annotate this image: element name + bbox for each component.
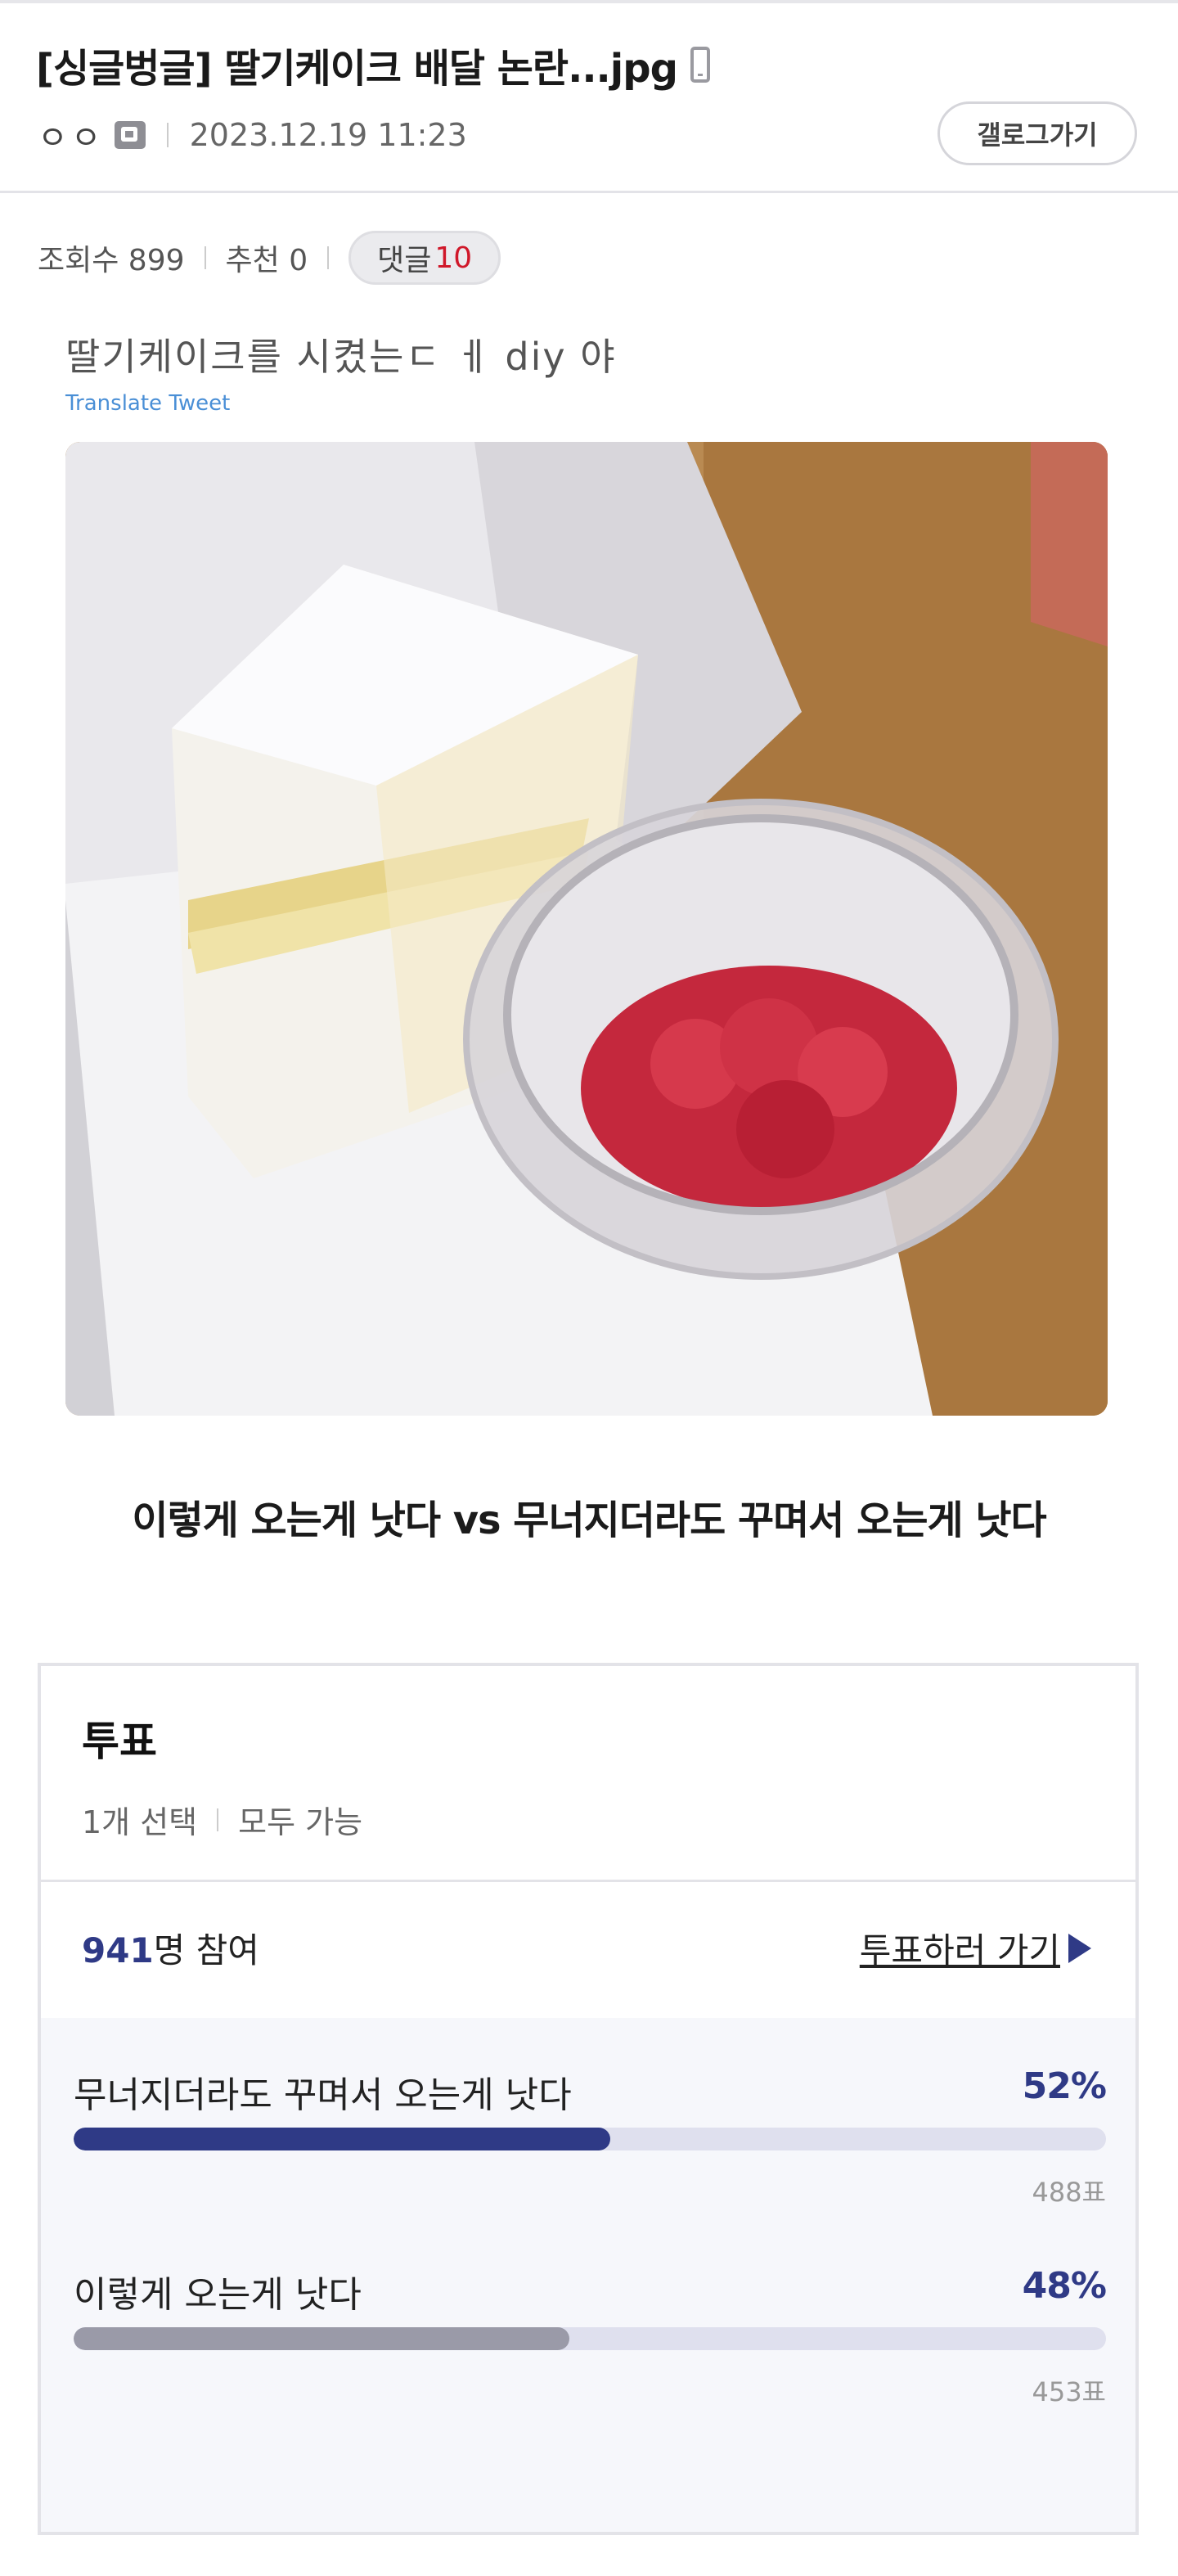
post-stats: 조회수 899 추천 0 댓글 10 [38,229,501,286]
poll-bar-fill [74,2327,569,2350]
post-question: 이렇게 오는게 낫다 vs 무너지더라도 꾸며서 오는게 낫다 [132,1497,1046,1543]
divider [204,246,206,269]
participants-count: 941 [82,1930,154,1970]
post-title-text: [싱글벙글] 딸기케이크 배달 논란...jpg [36,46,678,92]
play-arrow-icon [1068,1933,1091,1963]
poll-bar-fill [74,2128,611,2150]
post-title: [싱글벙글] 딸기케이크 배달 논란...jpg [36,36,710,93]
poll-card: 투표 1개 선택 모두 가능 941명 참여 투표하러 가기 무너지더라도 꾸며… [38,1663,1139,2535]
cake-photo [65,442,1108,1416]
post-header: [싱글벙글] 딸기케이크 배달 논란...jpg ㅇㅇ 2023.12.19 1… [0,0,1178,193]
comments-button[interactable]: 댓글 10 [348,231,501,285]
go-vote-link[interactable]: 투표하러 가기 [860,1923,1091,1973]
divider [217,1808,219,1831]
go-vote-label: 투표하러 가기 [859,1930,1060,1970]
post-date: 2023.12.19 11:23 [189,117,467,153]
poll-bar-track [74,2327,1106,2350]
poll-option-percent: 52% [1022,2065,1107,2107]
participants-suffix: 명 참여 [153,1930,259,1970]
poll-option-percent: 48% [1022,2265,1107,2307]
poll-results: 무너지더라도 꾸며서 오는게 낫다 52% 488표 이렇게 오는게 낫다 48… [41,2018,1135,2532]
poll-option-votes: 488표 [1032,2177,1106,2208]
poll-mode: 1개 선택 [82,1804,198,1840]
divider [166,123,169,147]
poll-settings: 1개 선택 모두 가능 [82,1797,362,1842]
author-nick[interactable]: ㅇㅇ [38,111,105,159]
poll-option-label: 무너지더라도 꾸며서 오는게 낫다 [74,2074,572,2116]
fixed-nick-icon [114,121,146,149]
poll-visibility: 모두 가능 [238,1804,363,1840]
translate-tweet-link[interactable]: Translate Tweet [65,391,230,416]
view-count: 조회수 899 [38,244,185,277]
mobile-phone-icon [690,47,710,83]
poll-participants: 941명 참여 [82,1923,259,1973]
poll-title: 투표 [82,1718,157,1765]
gallog-button[interactable]: 갤로그가기 [937,101,1137,165]
comments-count: 10 [434,241,473,275]
poll-bar-track [74,2128,1106,2150]
post-meta: ㅇㅇ 2023.12.19 11:23 [38,115,467,157]
poll-option-label: 이렇게 오는게 낫다 [74,2274,362,2316]
comments-label: 댓글 [377,244,432,277]
divider [327,246,330,269]
poll-option-votes: 453표 [1032,2376,1106,2407]
poll-header: 투표 1개 선택 모두 가능 [41,1666,1135,1882]
recommend-count: 추천 0 [225,244,308,277]
tweet-text: 딸기케이크를 시켰는ㄷ ㅔ diy 야 [65,335,617,379]
